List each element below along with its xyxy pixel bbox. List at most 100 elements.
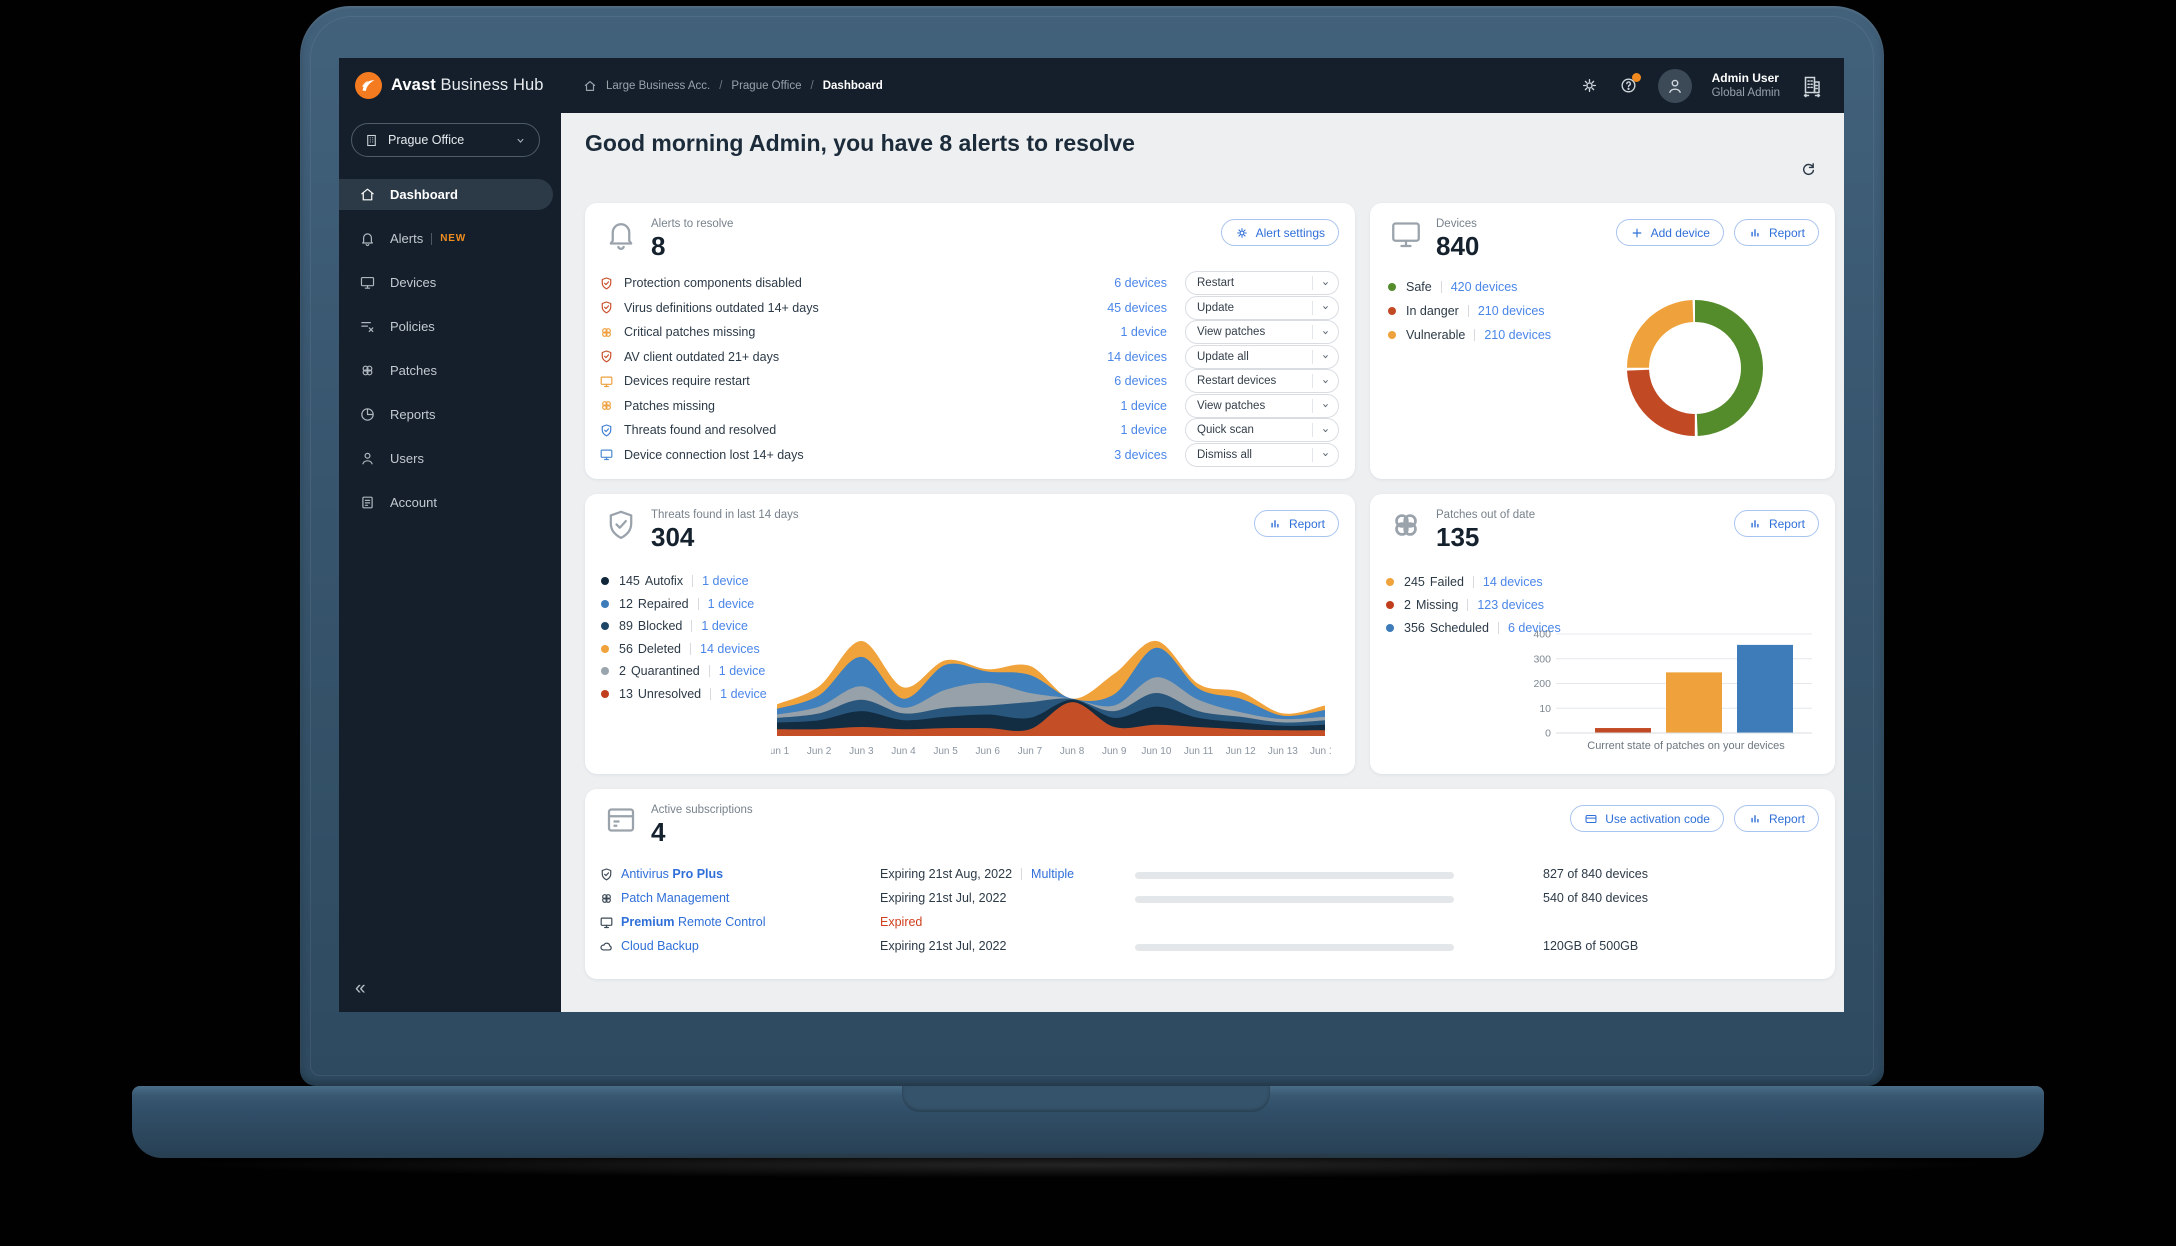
- chevron-down-icon: [1312, 349, 1338, 364]
- subscriptions-count: 4: [651, 817, 666, 847]
- legend-device-count-link[interactable]: 210 devices: [1484, 328, 1551, 342]
- alert-device-count-link[interactable]: 6 devices: [1114, 374, 1167, 388]
- sidebar-item-alerts[interactable]: Alerts NEW: [339, 223, 561, 254]
- legend-label: Blocked: [637, 619, 683, 634]
- sidebar-item-label: Users: [390, 451, 424, 466]
- legend-dot: [1386, 623, 1394, 632]
- subscription-name-link[interactable]: Cloud Backup: [621, 939, 699, 953]
- alert-label: Device connection lost 14+ days: [624, 447, 804, 462]
- legend-device-count-link[interactable]: 1 device: [701, 619, 748, 633]
- subscription-multiple-link[interactable]: Multiple: [1031, 867, 1074, 881]
- patches-card-title: Patches out of date: [1436, 509, 1536, 521]
- alert-action-dropdown[interactable]: Restart: [1185, 271, 1339, 296]
- laptop-shadow: [180, 1152, 1996, 1178]
- company-switcher-icon[interactable]: [1800, 74, 1824, 98]
- sidebar-collapse-icon[interactable]: «: [355, 978, 366, 1000]
- sidebar-item-dashboard[interactable]: Dashboard: [339, 179, 553, 210]
- svg-text:Jun 7: Jun 7: [1018, 746, 1043, 757]
- alert-action-dropdown[interactable]: Restart devices: [1185, 369, 1339, 394]
- settings-gear-icon[interactable]: [1580, 76, 1599, 95]
- alert-settings-button[interactable]: Alert settings: [1220, 219, 1339, 246]
- subscription-usage: 827 of 840 devices: [1543, 867, 1648, 881]
- legend-value: 145: [619, 574, 640, 589]
- sidebar-item-account[interactable]: Account: [339, 487, 561, 518]
- subscription-row: Patch Management Expiring 21st Jul, 2022 5…: [585, 887, 1835, 911]
- patches-card: Patches out of date 135 Report 245 Failed…: [1370, 494, 1835, 774]
- alert-row: Patches missing 1 device View patches: [599, 393, 1339, 419]
- alert-row: Device connection lost 14+ days 3 devices…: [599, 442, 1339, 468]
- alert-action-dropdown[interactable]: View patches: [1185, 393, 1339, 418]
- alert-device-count-link[interactable]: 45 devices: [1107, 301, 1167, 315]
- alert-action-dropdown[interactable]: Update all: [1185, 344, 1339, 369]
- subscription-usage: 540 of 840 devices: [1543, 891, 1648, 905]
- legend-row: 13 Unresolved 1 device: [601, 683, 767, 706]
- sidebar-item-reports[interactable]: Reports: [339, 399, 561, 430]
- alert-device-count-link[interactable]: 3 devices: [1114, 448, 1167, 462]
- svg-text:Jun 9: Jun 9: [1102, 746, 1127, 757]
- devices-report-button[interactable]: Report: [1733, 219, 1819, 246]
- legend-device-count-link[interactable]: 1 device: [720, 687, 767, 701]
- breadcrumb-site[interactable]: Prague Office: [731, 80, 801, 92]
- sidebar-item-policies[interactable]: Policies: [339, 311, 561, 342]
- legend-device-count-link[interactable]: 1 device: [708, 597, 755, 611]
- avast-logo-icon: [355, 72, 382, 99]
- legend-dot: [1388, 331, 1396, 339]
- legend-device-count-link[interactable]: 1 device: [719, 664, 766, 678]
- laptop-base: [132, 1086, 2044, 1158]
- legend-device-count-link[interactable]: 14 devices: [1483, 575, 1543, 589]
- bar-chart-icon: [1748, 517, 1762, 531]
- avatar[interactable]: [1657, 68, 1692, 103]
- alert-action-dropdown[interactable]: Quick scan: [1185, 418, 1339, 443]
- svg-text:Jun 8: Jun 8: [1060, 746, 1085, 757]
- svg-text:400: 400: [1533, 629, 1551, 641]
- user-role: Global Admin: [1711, 86, 1780, 99]
- refresh-icon[interactable]: [1799, 160, 1818, 179]
- subscription-name-link[interactable]: Premium Remote Control: [621, 915, 766, 929]
- cloud-icon: [599, 939, 614, 954]
- legend-device-count-link[interactable]: 420 devices: [1451, 280, 1518, 294]
- legend-label: Deleted: [637, 641, 681, 656]
- user-info[interactable]: Admin User Global Admin: [1712, 71, 1780, 100]
- subscription-expiry: Expiring 21st Jul, 2022: [880, 891, 1007, 905]
- subscription-row: Cloud Backup Expiring 21st Jul, 2022 120GB…: [585, 935, 1835, 959]
- alert-action-dropdown[interactable]: Dismiss all: [1185, 442, 1339, 467]
- alert-action-dropdown[interactable]: Update: [1185, 295, 1339, 320]
- alert-device-count-link[interactable]: 6 devices: [1114, 276, 1167, 290]
- chevron-down-icon: [1312, 276, 1338, 291]
- legend-device-count-link[interactable]: 1 device: [702, 574, 749, 588]
- devices-legend: Safe 420 devices In danger 210 devices Vulne…: [1388, 275, 1551, 347]
- account-icon: [359, 494, 376, 511]
- site-selector[interactable]: Prague Office: [351, 123, 540, 157]
- add-device-button[interactable]: Add device: [1615, 219, 1724, 246]
- sidebar-item-devices[interactable]: Devices: [339, 267, 561, 298]
- alert-action-label: View patches: [1197, 399, 1266, 412]
- patches-report-button[interactable]: Report: [1733, 510, 1819, 537]
- threats-report-button[interactable]: Report: [1253, 510, 1339, 537]
- subscriptions-report-button[interactable]: Report: [1733, 805, 1819, 832]
- alert-device-count-link[interactable]: 14 devices: [1107, 350, 1167, 364]
- breadcrumb-account[interactable]: Large Business Acc.: [606, 80, 710, 92]
- legend-device-count-link[interactable]: 14 devices: [700, 642, 760, 656]
- alert-device-count-link[interactable]: 1 device: [1120, 423, 1167, 437]
- alert-action-label: View patches: [1197, 326, 1266, 339]
- threats-count: 304: [651, 522, 695, 552]
- subscription-name-link[interactable]: Antivirus Pro Plus: [621, 867, 723, 881]
- sidebar-item-users[interactable]: Users: [339, 443, 561, 474]
- sidebar-nav: Dashboard Alerts NEW Devices Policies Patches…: [339, 179, 561, 531]
- breadcrumb-current: Dashboard: [822, 79, 883, 92]
- bell-icon: [359, 230, 376, 247]
- alert-device-count-link[interactable]: 1 device: [1120, 399, 1167, 413]
- alert-action-dropdown[interactable]: View patches: [1185, 320, 1339, 345]
- use-activation-code-button[interactable]: Use activation code: [1570, 805, 1724, 832]
- svg-text:Jun 13: Jun 13: [1268, 746, 1298, 757]
- sidebar-item-label: Patches: [390, 363, 437, 378]
- alerts-card-header: Alerts to resolve 8: [603, 216, 733, 259]
- threats-card-title: Threats found in last 14 days: [651, 509, 799, 521]
- legend-device-count-link[interactable]: 210 devices: [1478, 304, 1545, 318]
- sidebar-item-patches[interactable]: Patches: [339, 355, 561, 386]
- help-icon[interactable]: [1619, 73, 1641, 95]
- legend-device-count-link[interactable]: 123 devices: [1477, 598, 1544, 612]
- alert-device-count-link[interactable]: 1 device: [1120, 325, 1167, 339]
- top-bar: Avast Business Hub Large Business Acc. /…: [339, 58, 1844, 113]
- subscription-name-link[interactable]: Patch Management: [621, 891, 729, 905]
